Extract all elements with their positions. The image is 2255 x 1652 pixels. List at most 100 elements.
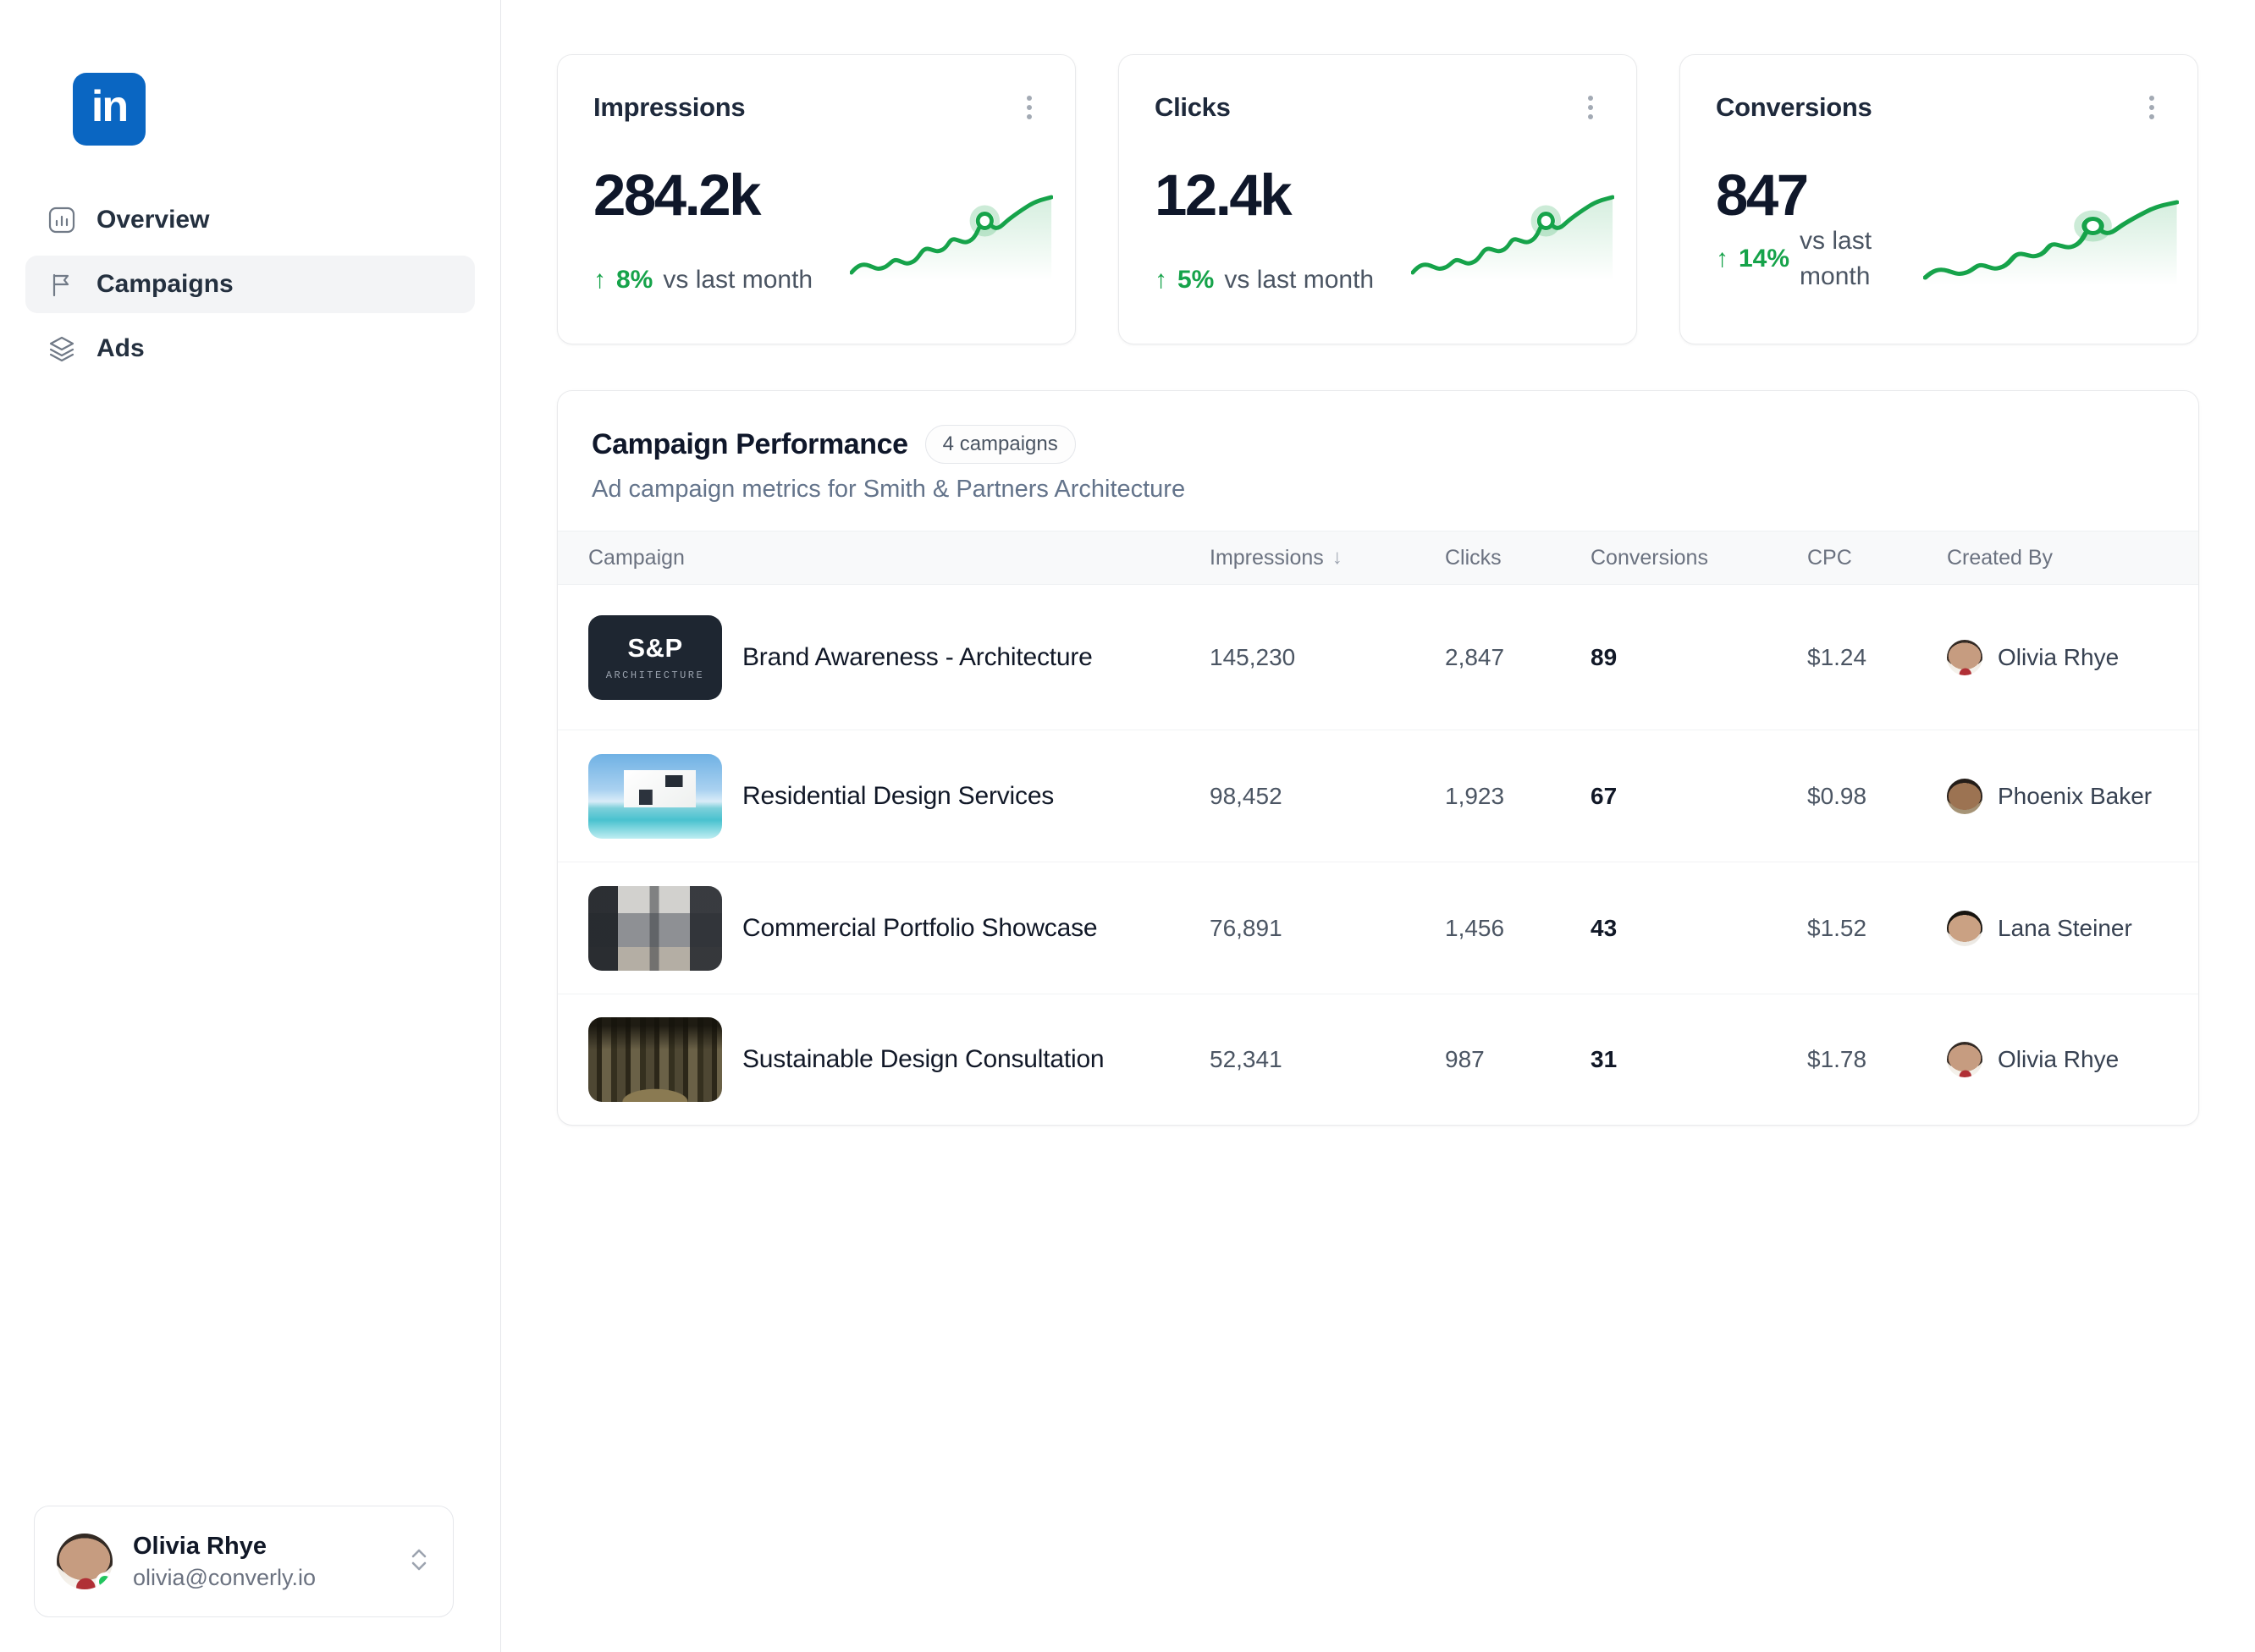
delta-percent: 14% xyxy=(1739,245,1790,273)
sort-desc-icon: ↓ xyxy=(1331,546,1343,569)
table-header: Campaign Performance 4 campaigns Ad camp… xyxy=(558,391,2198,531)
table-row[interactable]: Residential Design Services 98,452 1,923… xyxy=(558,730,2198,862)
campaign-name: Sustainable Design Consultation xyxy=(742,1045,1105,1073)
avatar xyxy=(1947,1042,1982,1077)
stat-card-impressions: Impressions 284.2k ↑ 8% vs last month xyxy=(557,54,1076,344)
impressions-value: 52,341 xyxy=(1210,1046,1282,1072)
column-header-clicks[interactable]: Clicks xyxy=(1445,546,1591,570)
campaign-thumbnail-house-photo xyxy=(588,753,722,839)
impressions-value: 98,452 xyxy=(1210,782,1282,809)
user-email: olivia@converly.io xyxy=(133,1564,316,1590)
stat-title: Clicks xyxy=(1155,92,1231,122)
creator-name: Olivia Rhye xyxy=(1998,1046,2120,1072)
delta-caption: vs last month xyxy=(1224,266,1375,294)
sidebar-nav: Overview Campaigns Ads xyxy=(25,191,475,377)
stat-card-conversions: Conversions 847 ↑ 14% vs last month xyxy=(1679,54,2198,344)
avatar xyxy=(1947,910,1982,946)
avatar xyxy=(1947,778,1982,814)
thumbnail-logo-subtext: ARCHITECTURE xyxy=(605,669,705,681)
app-window: in Overview Campaigns Ads Olivia Rhye ol… xyxy=(0,0,2255,1652)
column-header-cpc[interactable]: CPC xyxy=(1807,546,1947,570)
campaign-thumbnail-forest-photo xyxy=(588,1017,722,1102)
created-by-cell: Phoenix Baker xyxy=(1947,778,2168,814)
user-profile-card[interactable]: Olivia Rhye olivia@converly.io xyxy=(34,1506,454,1617)
more-options-icon[interactable] xyxy=(1009,84,1050,131)
sparkline-chart xyxy=(850,195,1053,289)
avatar xyxy=(1947,639,1982,675)
table-column-headers: Campaign Impressions ↓ Clicks Conversion… xyxy=(558,531,2198,585)
impressions-value: 145,230 xyxy=(1210,643,1296,670)
more-options-icon[interactable] xyxy=(2131,84,2172,131)
flag-icon xyxy=(47,270,76,299)
sparkline-chart xyxy=(1411,195,1614,289)
trend-up-icon: ↑ xyxy=(1716,245,1728,273)
campaign-name: Brand Awareness - Architecture xyxy=(742,642,1093,671)
column-header-impressions[interactable]: Impressions ↓ xyxy=(1210,546,1445,570)
more-options-icon[interactable] xyxy=(1570,84,1611,131)
chevron-up-down-icon xyxy=(407,1545,431,1578)
campaign-name: Commercial Portfolio Showcase xyxy=(742,913,1098,942)
sidebar-item-label: Campaigns xyxy=(96,270,234,298)
linkedin-logo-text: in xyxy=(91,82,129,131)
linkedin-logo: in xyxy=(73,73,146,146)
stat-delta: ↑ 5% vs last month xyxy=(1155,266,1374,295)
sidebar-item-campaigns[interactable]: Campaigns xyxy=(25,256,475,313)
sidebar: in Overview Campaigns Ads Olivia Rhye ol… xyxy=(0,0,501,1652)
creator-name: Lana Steiner xyxy=(1998,914,2132,941)
creator-name: Phoenix Baker xyxy=(1998,782,2153,809)
campaign-performance-card: Campaign Performance 4 campaigns Ad camp… xyxy=(557,390,2199,1126)
created-by-cell: Lana Steiner xyxy=(1947,910,2168,946)
trend-up-icon: ↑ xyxy=(593,266,606,294)
layers-icon xyxy=(47,334,76,363)
column-header-created-by[interactable]: Created By xyxy=(1947,546,2168,570)
campaign-cell: Residential Design Services xyxy=(588,753,1210,839)
cpc-value: $1.52 xyxy=(1807,914,1867,941)
trend-up-icon: ↑ xyxy=(1155,266,1167,294)
campaign-count-badge: 4 campaigns xyxy=(924,425,1076,464)
campaign-cell: Sustainable Design Consultation xyxy=(588,1017,1210,1102)
stat-cards-row: Impressions 284.2k ↑ 8% vs last month Cl… xyxy=(557,54,2255,344)
delta-percent: 8% xyxy=(616,266,653,294)
sidebar-item-ads[interactable]: Ads xyxy=(25,320,475,377)
campaign-thumbnail-interior-photo xyxy=(588,885,722,971)
stat-delta: ↑ 14% vs last month xyxy=(1716,223,1911,295)
created-by-cell: Olivia Rhye xyxy=(1947,1042,2168,1077)
conversions-value: 31 xyxy=(1591,1046,1618,1072)
sidebar-item-label: Ads xyxy=(96,334,145,362)
bar-chart-icon xyxy=(47,206,76,234)
clicks-value: 1,923 xyxy=(1445,782,1505,809)
sidebar-item-label: Overview xyxy=(96,206,210,234)
campaign-thumbnail-sp-logo: S&P ARCHITECTURE xyxy=(588,614,722,700)
delta-percent: 5% xyxy=(1177,266,1215,294)
table-row[interactable]: S&P ARCHITECTURE Brand Awareness - Archi… xyxy=(558,585,2198,730)
clicks-value: 1,456 xyxy=(1445,914,1505,941)
conversions-value: 67 xyxy=(1591,782,1618,809)
clicks-value: 987 xyxy=(1445,1046,1485,1072)
creator-name: Olivia Rhye xyxy=(1998,643,2120,670)
impressions-value: 76,891 xyxy=(1210,914,1282,941)
online-status-dot xyxy=(96,1572,113,1589)
table-title: Campaign Performance xyxy=(592,427,908,460)
campaign-cell: S&P ARCHITECTURE Brand Awareness - Archi… xyxy=(588,614,1210,700)
conversions-value: 43 xyxy=(1591,914,1618,941)
delta-caption: vs last month xyxy=(663,266,813,294)
cpc-value: $1.24 xyxy=(1807,643,1867,670)
stat-card-clicks: Clicks 12.4k ↑ 5% vs last month xyxy=(1118,54,1637,344)
sidebar-item-overview[interactable]: Overview xyxy=(25,191,475,249)
avatar xyxy=(57,1534,113,1589)
stat-title: Conversions xyxy=(1716,92,1872,122)
column-header-campaign[interactable]: Campaign xyxy=(588,546,1210,570)
sparkline-chart xyxy=(1923,200,2179,295)
created-by-cell: Olivia Rhye xyxy=(1947,639,2168,675)
table-row[interactable]: Sustainable Design Consultation 52,341 9… xyxy=(558,994,2198,1125)
delta-caption: vs last month xyxy=(1800,227,1872,290)
campaign-name: Residential Design Services xyxy=(742,781,1055,810)
stat-delta: ↑ 8% vs last month xyxy=(593,266,813,295)
column-header-conversions[interactable]: Conversions xyxy=(1591,546,1807,570)
campaign-cell: Commercial Portfolio Showcase xyxy=(588,885,1210,971)
table-row[interactable]: Commercial Portfolio Showcase 76,891 1,4… xyxy=(558,862,2198,994)
table-subtitle: Ad campaign metrics for Smith & Partners… xyxy=(592,476,1186,503)
conversions-value: 89 xyxy=(1591,643,1618,670)
user-info: Olivia Rhye olivia@converly.io xyxy=(133,1533,316,1591)
main-content: Impressions 284.2k ↑ 8% vs last month Cl… xyxy=(501,0,2255,1652)
